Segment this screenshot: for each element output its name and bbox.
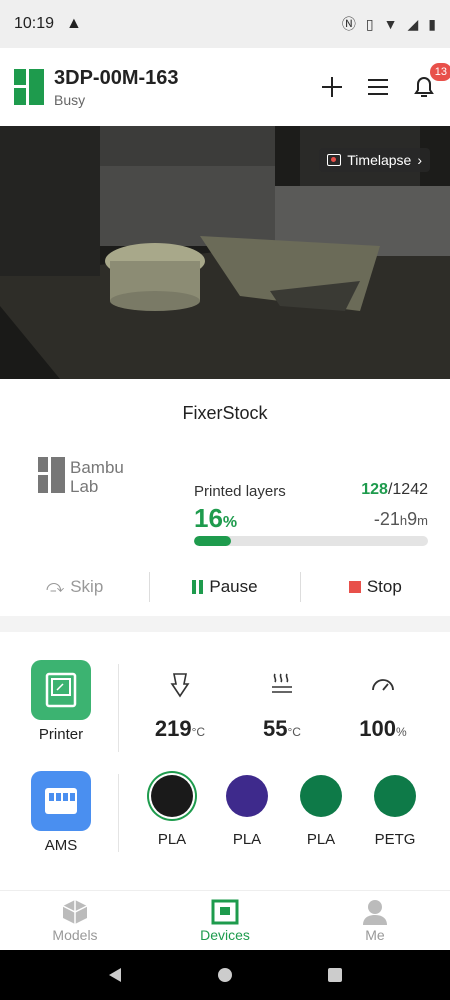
filament-material: PLA	[232, 831, 262, 848]
ams-slot-2[interactable]: PLA	[217, 775, 277, 848]
ams-icon	[45, 788, 77, 814]
printer-tile[interactable]	[31, 660, 91, 720]
filament-material: PETG	[374, 831, 416, 848]
print-controls: ⤼ Skip Pause Stop	[0, 572, 450, 602]
filament-color-swatch	[226, 775, 268, 817]
stop-button[interactable]: Stop	[301, 572, 450, 602]
tab-models-label: Models	[52, 926, 98, 943]
device-status: Busy	[54, 91, 86, 108]
tab-devices[interactable]: Devices	[150, 891, 300, 950]
home-icon[interactable]	[217, 967, 233, 983]
back-icon[interactable]	[107, 967, 123, 983]
nozzle-icon	[140, 672, 220, 702]
progress-bar	[194, 536, 428, 546]
bambu-logo-icon	[14, 69, 44, 105]
remaining-minutes: 9	[407, 509, 418, 529]
filament-color-swatch	[151, 775, 193, 817]
filament-color-swatch	[374, 775, 416, 817]
layers-count: 128/1242	[361, 481, 428, 499]
ams-label: AMS	[44, 837, 78, 854]
filament-color-swatch	[300, 775, 342, 817]
file-name: FixerStock	[182, 403, 268, 423]
bambu-lab-logo: Bambu Lab	[38, 457, 153, 496]
device-name: 3DP-00M-163	[54, 66, 179, 89]
filament-material: PLA	[306, 831, 336, 848]
bed-unit: °C	[287, 725, 301, 739]
pause-label: Pause	[209, 577, 258, 596]
remaining-time: -21h9m	[374, 509, 428, 530]
wifi-icon: ▼	[383, 16, 398, 32]
speedometer-icon	[343, 672, 423, 702]
nozzle-unit: °C	[191, 725, 206, 739]
remaining-minutes-unit: m	[417, 513, 428, 528]
notifications-button[interactable]: 13	[412, 63, 450, 99]
device-panel: Printer 219°C 55°C 100% AMS PLA PLA PLA …	[0, 632, 450, 890]
status-bar: 10:19 ▲ Ⓝ ▯ ▼ ◢ ▮	[0, 0, 450, 48]
vibrate-icon: ▯	[365, 15, 374, 32]
pause-button[interactable]: Pause	[150, 572, 299, 602]
svg-text:Bambu: Bambu	[70, 458, 124, 477]
menu-button[interactable]	[366, 75, 390, 99]
ams-slot-3[interactable]: PLA	[291, 775, 351, 848]
system-nav-bar	[0, 950, 450, 1000]
speed-stat[interactable]: 100%	[343, 672, 423, 742]
recents-icon[interactable]	[327, 967, 343, 983]
skip-label: Skip	[70, 577, 104, 596]
timelapse-label: Timelapse	[347, 152, 412, 168]
total-layers: /1242	[387, 481, 428, 498]
chevron-right-icon: ›	[417, 152, 422, 168]
skip-button[interactable]: ⤼ Skip	[0, 572, 149, 602]
notification-badge: 13	[429, 63, 450, 81]
clock: 10:19	[14, 15, 55, 32]
bed-temp-stat[interactable]: 55°C	[242, 672, 322, 742]
tab-me-label: Me	[365, 926, 385, 943]
nfc-icon: Ⓝ	[341, 16, 356, 32]
printer-label: Printer	[38, 726, 84, 743]
device-header: 3DP-00M-163 Busy 13	[0, 48, 450, 126]
divider	[118, 664, 119, 752]
tab-devices-label: Devices	[200, 926, 250, 943]
nozzle-temp: 219	[154, 716, 192, 741]
stop-label: Stop	[366, 577, 402, 596]
battery-icon: ▮	[428, 15, 436, 32]
bell-icon	[414, 77, 434, 97]
speed-unit: %	[396, 725, 407, 739]
timelapse-button[interactable]: Timelapse ›	[319, 148, 430, 172]
divider	[118, 774, 119, 852]
tab-me[interactable]: Me	[300, 891, 450, 950]
progress-value: 16	[194, 503, 223, 533]
ams-slot-1[interactable]: PLA	[142, 775, 202, 848]
speed-value: 100	[359, 716, 397, 741]
tab-models[interactable]: Models	[0, 891, 150, 950]
devices-icon	[211, 899, 239, 924]
models-icon	[62, 899, 88, 924]
camera-feed[interactable]: Timelapse ›	[0, 126, 450, 379]
layers-label: Printed layers	[194, 483, 286, 500]
add-device-button[interactable]	[320, 75, 344, 99]
filament-material: PLA	[157, 831, 187, 848]
stop-icon	[348, 581, 361, 593]
progress-percent: 16%	[194, 503, 237, 534]
status-icons: Ⓝ ▯ ▼ ◢ ▮	[342, 14, 436, 34]
signal-icon: ◢	[407, 15, 419, 32]
svg-text:Lab: Lab	[70, 477, 98, 493]
bottom-tab-bar: Models Devices Me	[0, 890, 450, 950]
print-job-card: FixerStock Bambu Lab Printed layers 128/…	[0, 379, 450, 616]
ams-tile[interactable]	[31, 771, 91, 831]
remaining-hours: 21	[379, 509, 400, 529]
device-titles[interactable]: 3DP-00M-163 Busy	[54, 67, 179, 108]
video-icon	[327, 154, 342, 166]
progress-fill	[194, 536, 232, 546]
ams-slot-4[interactable]: PETG	[365, 775, 425, 848]
pause-icon	[192, 580, 204, 594]
nozzle-temp-stat[interactable]: 219°C	[140, 672, 220, 742]
warning-icon: ▲	[66, 15, 82, 32]
printer-icon	[45, 672, 77, 708]
bed-temp: 55	[263, 716, 288, 741]
skip-icon: ⤼	[46, 577, 65, 596]
user-icon	[363, 899, 387, 925]
current-layer: 128	[361, 481, 388, 498]
heatbed-icon	[242, 672, 322, 702]
progress-unit: %	[222, 514, 238, 531]
